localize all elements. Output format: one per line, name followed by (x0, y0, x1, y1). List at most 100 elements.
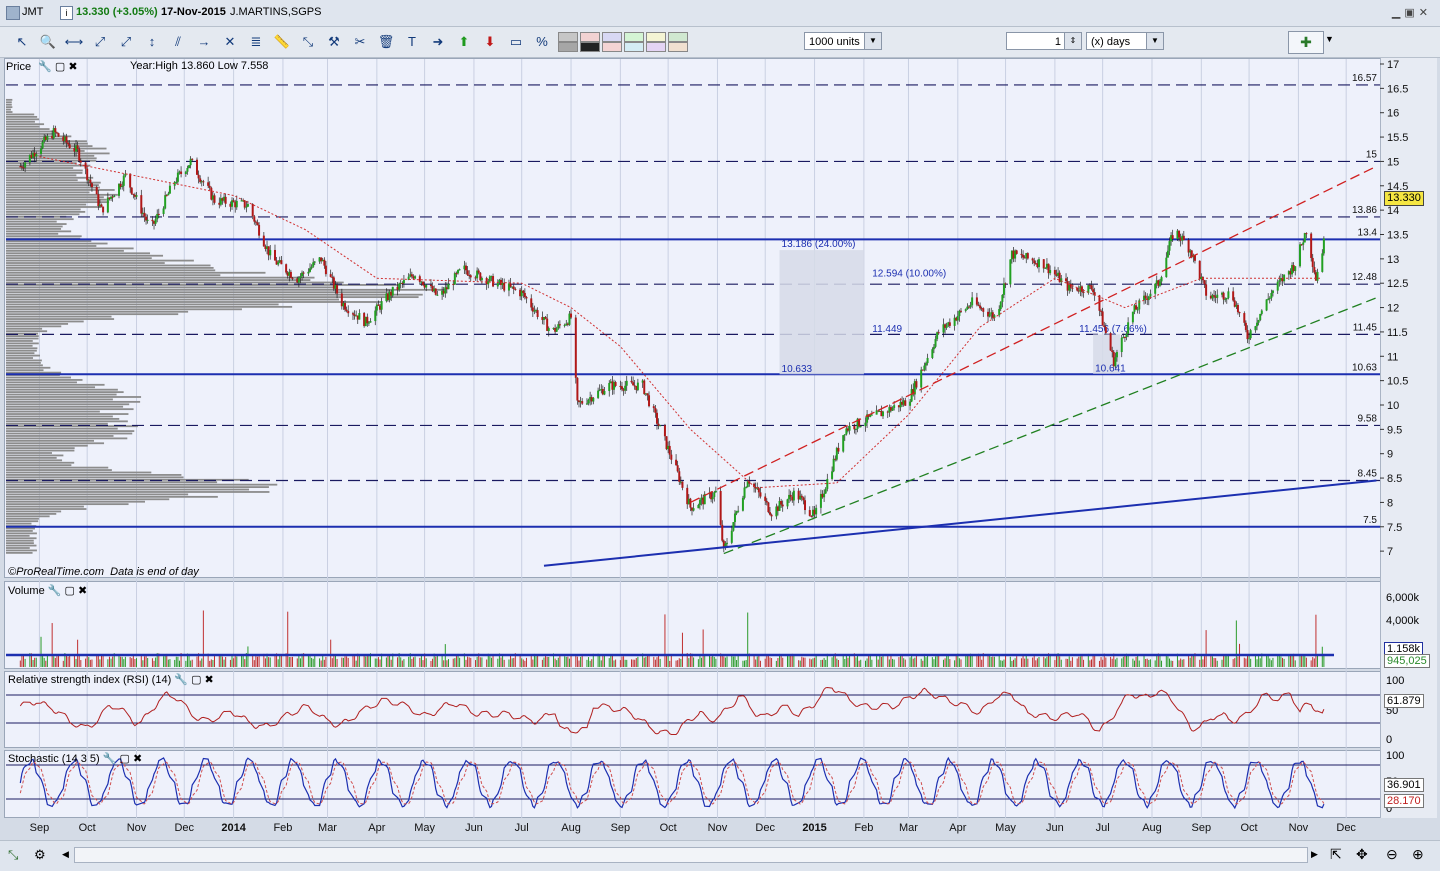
candle-body (789, 494, 792, 497)
candle-body (1276, 281, 1279, 291)
volume-profile-bar (6, 537, 37, 540)
trendline (543, 479, 1377, 567)
stochastic-panel-header: Stochastic (14 3 5) 🔧 ▢ ✖ (8, 752, 142, 765)
maximize-icon[interactable]: ▢ (65, 585, 75, 597)
candle-body (469, 275, 472, 278)
x-tick-label: Feb (273, 822, 292, 834)
volume-profile-bar (6, 357, 34, 359)
candle-body (1316, 271, 1319, 281)
fit-icon[interactable]: ⇱ (1330, 846, 1342, 863)
level-label: 11.45 (1353, 322, 1378, 333)
volume-profile-bar (6, 418, 120, 420)
chart-canvas[interactable]: 16.571513.8613.412.4811.4510.639.588.457… (0, 0, 1440, 840)
volume-profile-bar (6, 98, 13, 101)
volume-profile-bar (6, 442, 105, 445)
close-icon[interactable]: ✖ (78, 585, 87, 597)
x-tick-label: Sep (611, 822, 631, 834)
horizontal-scrollbar[interactable] (74, 847, 1308, 863)
candle-body (258, 224, 261, 236)
candle-body (54, 128, 57, 133)
candle-body (654, 408, 657, 413)
volume-profile-bar (6, 296, 419, 299)
volume-profile-bar (6, 315, 112, 318)
x-tick-label: May (995, 822, 1016, 834)
candle-body (374, 310, 377, 322)
candle-body (764, 496, 767, 501)
candle-body (418, 276, 421, 282)
candle-body (988, 313, 991, 317)
volume-profile-bar (6, 432, 133, 435)
volume-profile-bar (6, 257, 152, 260)
close-icon[interactable]: ✖ (205, 674, 214, 686)
volume-profile-bar (6, 111, 13, 113)
candle-body (652, 406, 655, 409)
candle-body (721, 524, 724, 541)
candle-body (20, 166, 23, 168)
candle-body (1092, 289, 1095, 293)
volume-profile-bar (6, 415, 113, 418)
candle-body (909, 401, 912, 406)
volume-profile-bar (6, 271, 266, 274)
volume-profile-bar (6, 337, 39, 340)
maximize-icon[interactable]: ▢ (120, 753, 130, 765)
volume-profile-bar (6, 320, 84, 323)
zoom-out-icon[interactable]: ⊖ (1386, 846, 1398, 863)
candle-body (1198, 260, 1201, 280)
candle-body (195, 159, 198, 175)
volume-profile-bar (6, 135, 72, 138)
y-tick-label: 15 (1387, 156, 1399, 168)
x-tick-label: Jul (1096, 822, 1110, 834)
candle-body (730, 530, 733, 543)
candle-body (870, 414, 873, 416)
volume-profile-bar (6, 522, 32, 525)
volume-profile-bar (6, 456, 57, 459)
candle-body (714, 490, 717, 493)
current-price-badge: 13.330 (1384, 191, 1424, 206)
volume-profile-bar (6, 301, 383, 303)
volume-profile-bar (6, 344, 33, 347)
x-tick-label: Nov (708, 822, 728, 834)
volume-profile-bar (6, 376, 71, 379)
volume-profile-bar (6, 279, 311, 281)
wrench-icon[interactable]: 🔧 (38, 61, 52, 73)
candle-body (76, 145, 79, 150)
settings-icon[interactable]: ⚙ (34, 847, 46, 863)
wrench-icon[interactable]: 🔧 (174, 674, 188, 686)
volume-profile-bar (6, 288, 447, 291)
candle-body (512, 286, 515, 290)
volume-profile-bar (6, 369, 44, 372)
close-icon[interactable]: ✖ (133, 753, 142, 765)
chart-type-icon[interactable]: ⤡ (8, 847, 18, 863)
candle-body (1182, 235, 1185, 240)
candle-body (570, 313, 573, 318)
candle-body (366, 316, 369, 324)
candle-body (208, 185, 211, 188)
close-icon[interactable]: ✖ (68, 61, 77, 73)
candle-body (675, 459, 678, 466)
wrench-icon[interactable]: 🔧 (103, 753, 117, 765)
candle-body (143, 212, 146, 217)
expand-icon[interactable]: ✥ (1356, 846, 1368, 863)
candle-body (113, 195, 116, 198)
maximize-icon[interactable]: ▢ (191, 674, 201, 686)
volume-profile-bar (6, 201, 110, 204)
candle-body (457, 269, 460, 274)
candle-body (106, 197, 109, 213)
volume-profile-bar (6, 493, 189, 496)
bottom-scrollbar-bar: ⤡ ⚙ ◀ ▶ ⇱ ✥ ⊖ ⊕ (0, 840, 1440, 871)
scroll-left-icon[interactable]: ◀ (62, 849, 69, 860)
candle-body (636, 382, 639, 391)
candle-body (975, 297, 978, 305)
maximize-icon[interactable]: ▢ (55, 61, 65, 73)
volume-profile-bar (6, 483, 278, 486)
candle-body (620, 386, 623, 390)
volume-profile-bar (6, 230, 72, 233)
wrench-icon[interactable]: 🔧 (48, 585, 62, 597)
candle-body (1149, 293, 1152, 297)
candle-body (1270, 292, 1273, 299)
scroll-right-icon[interactable]: ▶ (1311, 849, 1318, 860)
candle-body (592, 397, 595, 402)
candle-body (1082, 291, 1085, 293)
zoom-in-icon[interactable]: ⊕ (1412, 846, 1424, 863)
candle-body (157, 213, 160, 215)
